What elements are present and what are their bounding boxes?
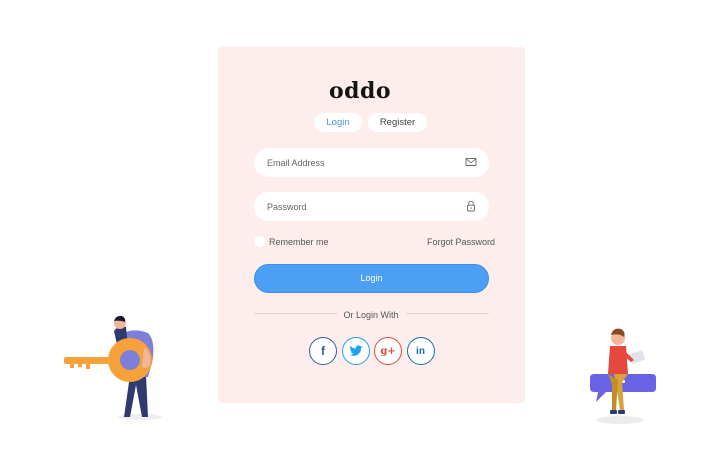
- twitter-icon: [349, 345, 362, 356]
- linkedin-login-button[interactable]: in: [406, 337, 435, 365]
- facebook-icon: f: [321, 344, 325, 358]
- divider-right: [406, 313, 489, 314]
- twitter-login-button[interactable]: [341, 337, 370, 365]
- social-login-buttons: f g+ in: [309, 337, 435, 365]
- person-with-key-illustration: [64, 315, 162, 420]
- forgot-password-link[interactable]: Forgot Password: [427, 237, 495, 247]
- remember-label: Remember me: [269, 236, 329, 247]
- auth-tabs: Login Register: [314, 113, 427, 132]
- login-page: oddo Login Register Remember me Forgot P…: [0, 0, 720, 450]
- facebook-login-button[interactable]: f: [309, 337, 337, 365]
- google-plus-icon: g+: [380, 345, 396, 357]
- mail-icon: [465, 158, 477, 166]
- email-field[interactable]: [254, 148, 489, 177]
- person-on-chat-bubble-illustration: [590, 328, 656, 424]
- password-input[interactable]: [267, 192, 457, 221]
- tab-login[interactable]: Login: [314, 113, 362, 132]
- remember-me: Remember me: [254, 236, 329, 247]
- remember-checkbox[interactable]: [254, 236, 265, 247]
- password-field[interactable]: [254, 192, 489, 221]
- divider-left: [254, 313, 338, 314]
- google-plus-login-button[interactable]: g+: [374, 337, 402, 365]
- email-input[interactable]: [267, 148, 457, 177]
- login-button[interactable]: Login: [254, 264, 489, 293]
- brand-logo: oddo: [328, 78, 392, 104]
- tab-register[interactable]: Register: [368, 113, 427, 132]
- or-login-with-text: Or Login With: [343, 310, 399, 320]
- linkedin-icon: in: [416, 345, 425, 357]
- lock-icon: [467, 200, 475, 212]
